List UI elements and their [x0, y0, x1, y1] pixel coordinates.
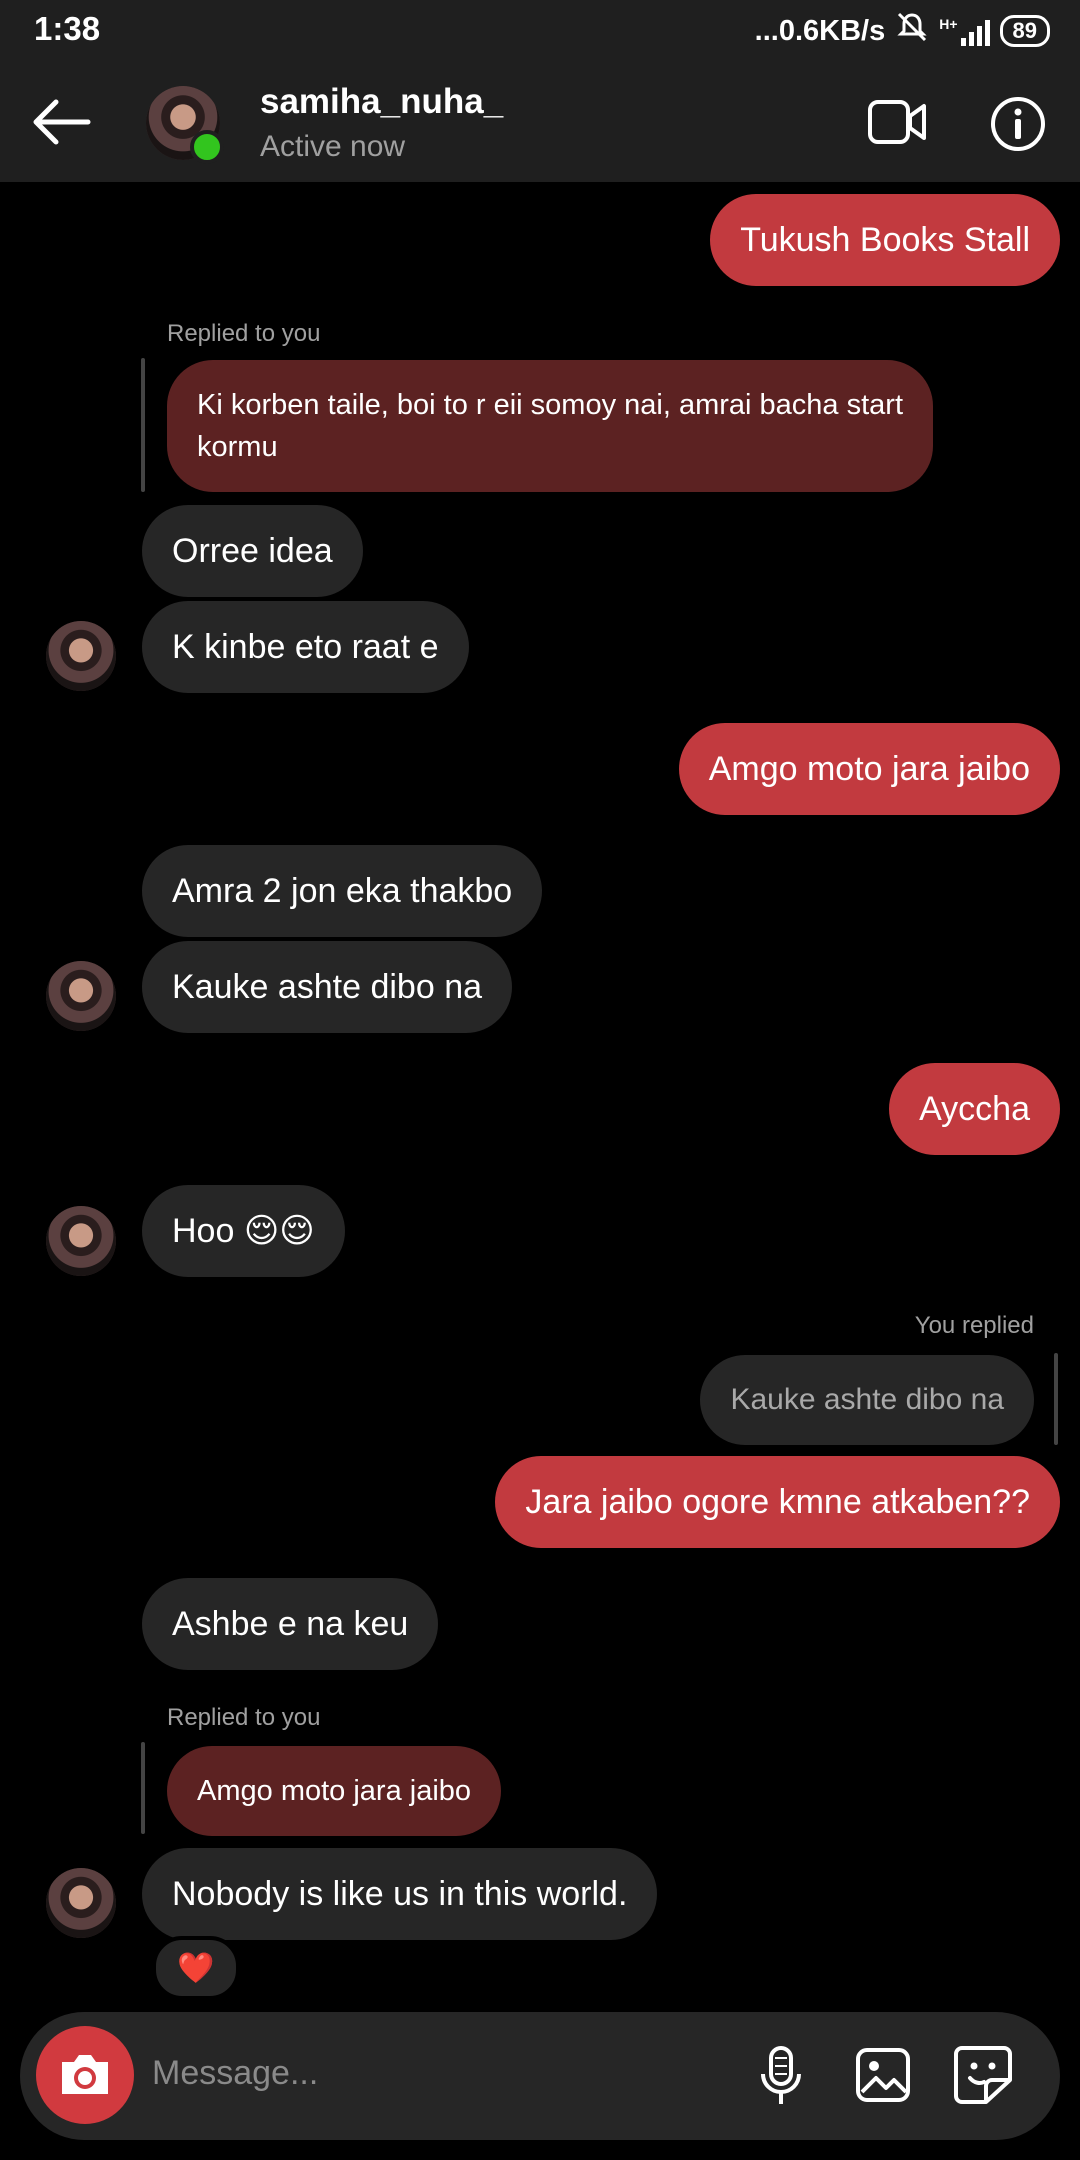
message-received[interactable]: Orree idea [142, 505, 363, 597]
message-composer: Message... [20, 2012, 1060, 2140]
info-button[interactable] [988, 94, 1048, 159]
message-received[interactable]: Kauke ashte dibo na [142, 941, 513, 1033]
back-button[interactable] [28, 94, 94, 155]
microphone-icon [761, 2046, 801, 2104]
message-sent[interactable]: Tukush Books Stall [710, 194, 1060, 286]
reply-quote[interactable]: Kauke ashte dibo na [700, 1355, 1034, 1445]
image-icon [856, 2048, 910, 2102]
reply-label: Replied to you [167, 320, 321, 347]
online-indicator [190, 130, 224, 164]
video-call-button[interactable] [866, 94, 930, 155]
video-call-icon [868, 100, 926, 144]
network-type: H+ [939, 16, 958, 32]
reply-bar [141, 358, 145, 492]
network-speed: ...0.6KB/s [754, 14, 886, 47]
sender-avatar[interactable] [46, 621, 116, 691]
sender-avatar[interactable] [46, 1868, 116, 1938]
arrow-left-icon [33, 99, 91, 145]
reply-quote[interactable]: Ki korben taile, boi to r eii somoy nai,… [167, 360, 933, 492]
status-time: 1:38 [34, 10, 101, 47]
gallery-button[interactable] [854, 2046, 912, 2104]
sender-avatar[interactable] [46, 1206, 116, 1276]
sticker-icon [954, 2046, 1012, 2104]
chat-header: samiha_nuha_ Active now [0, 64, 1080, 182]
chat-username[interactable]: samiha_nuha_ [260, 82, 503, 122]
message-sent[interactable]: Amgo moto jara jaibo [678, 723, 1060, 815]
reply-label: You replied [914, 1312, 1034, 1339]
camera-button[interactable] [36, 2026, 134, 2124]
message-received[interactable]: Amra 2 jon eka thakbo [142, 845, 543, 937]
reply-label: Replied to you [167, 1704, 321, 1731]
heart-reaction[interactable]: ❤️ [152, 1936, 240, 2000]
message-received[interactable]: Nobody is like us in this world. [142, 1848, 658, 1940]
status-bar: 1:38 ...0.6KB/s H+ 89 [0, 0, 1080, 64]
info-icon [991, 97, 1045, 151]
microphone-button[interactable] [756, 2044, 806, 2108]
signal-icon: H+ [939, 16, 990, 46]
message-received[interactable]: K kinbe eto raat e [142, 601, 469, 693]
reply-quote[interactable]: Amgo moto jara jaibo [167, 1746, 502, 1836]
reply-bar [141, 1742, 145, 1834]
active-status: Active now [260, 130, 406, 163]
message-received[interactable]: Ashbe e na keu [142, 1578, 439, 1670]
camera-icon [62, 2055, 108, 2094]
sender-avatar[interactable] [46, 961, 116, 1031]
message-sent[interactable]: Ayccha [889, 1063, 1060, 1155]
message-input[interactable]: Message... [152, 2054, 318, 2093]
mute-icon [895, 10, 929, 52]
sticker-button[interactable] [952, 2044, 1014, 2106]
message-sent[interactable]: Jara jaibo ogore kmne atkaben?? [495, 1456, 1060, 1548]
battery-indicator: 89 [999, 15, 1050, 47]
status-right: ...0.6KB/s H+ 89 [755, 10, 1050, 52]
message-received[interactable]: Hoo 😌😌 [142, 1185, 345, 1277]
reply-bar [1054, 1353, 1058, 1445]
